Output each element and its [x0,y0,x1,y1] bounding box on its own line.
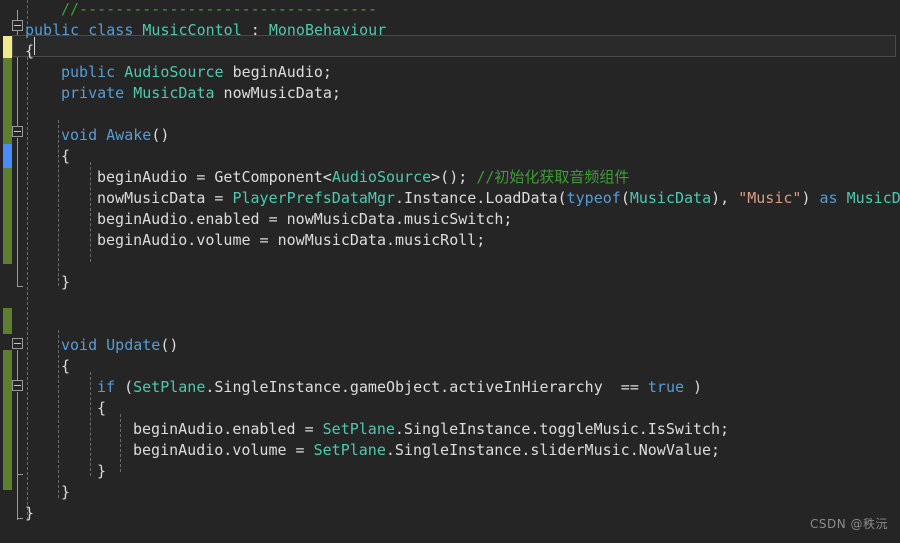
code-token: //初始化获取音频组件 [476,168,630,186]
code-text-area[interactable]: //--------------------------------- publi… [0,0,900,543]
csdn-watermark: CSDN @秩沅 [809,517,888,531]
code-token: { [61,147,71,165]
code-token: { [25,42,35,60]
code-line[interactable]: beginAudio.enabled = SetPlane.SingleInst… [133,419,729,440]
code-token: Awake [106,126,152,144]
code-token: as [819,189,838,207]
code-line[interactable]: beginAudio.volume = nowMusicData.musicRo… [97,230,485,251]
code-token: ( [620,189,630,207]
code-line[interactable]: public AudioSource beginAudio; [61,62,332,83]
code-token: MonoBehaviour [268,21,387,39]
code-line[interactable]: beginAudio.volume = SetPlane.SingleInsta… [133,440,720,461]
code-token: } [61,273,71,291]
code-token: MusicData [133,84,215,102]
code-token: () [151,126,170,144]
code-token: ( [115,378,134,396]
code-token: AudioSource [124,63,224,81]
code-line[interactable]: void Update() [61,335,178,356]
code-line[interactable]: public class MusicContol : MonoBehaviour [25,20,386,41]
code-editor-viewport[interactable]: //--------------------------------- publi… [0,0,900,543]
code-token: { [61,357,71,375]
code-token: () [160,336,179,354]
code-token: beginAudio.enabled = nowMusicData.musicS… [97,210,513,228]
code-token: void [61,126,98,144]
code-line[interactable]: } [97,461,106,482]
code-token: void [61,336,98,354]
code-token: MusicData [846,189,900,207]
code-token: } [25,504,35,522]
code-token: .SingleInstance.gameObject.activeInHiera… [205,378,648,396]
code-line[interactable]: if (SetPlane.SingleInstance.gameObject.a… [97,377,702,398]
code-token: nowMusicData; [214,84,341,102]
code-token: //--------------------------------- [61,0,378,18]
code-line[interactable]: beginAudio = GetComponent<AudioSource>()… [97,167,629,188]
code-token: public [61,63,116,81]
code-line[interactable]: } [25,503,34,524]
code-token: } [97,462,107,480]
code-token: beginAudio.volume = [133,441,314,459]
code-token: .Instance.LoadData( [395,189,567,207]
code-token: ) [801,189,820,207]
code-token: public [25,21,80,39]
code-token: AudioSource [331,168,432,186]
code-token: beginAudio.volume = nowMusicData.musicRo… [97,231,486,249]
code-token: MusicData [629,189,712,207]
code-line[interactable]: } [61,482,70,503]
code-token: true [647,378,685,396]
code-token: .SingleInstance.toggleMusic.IsSwitch; [394,420,730,438]
code-line[interactable]: } [61,272,70,293]
code-token: : [241,21,269,39]
code-line[interactable]: //--------------------------------- [61,0,377,20]
code-token: beginAudio; [223,63,332,81]
code-token: PlayerPrefsDataMgr [232,189,396,207]
code-line[interactable]: nowMusicData = PlayerPrefsDataMgr.Instan… [97,188,900,209]
code-token: Update [106,336,161,354]
code-token: "Music" [738,189,802,207]
code-token: SetPlane [322,420,395,438]
code-token: beginAudio = GetComponent< [97,168,332,186]
code-token: } [61,483,71,501]
code-token: MusicContol [142,21,242,39]
code-token: ) [684,378,703,396]
code-token: SetPlane [133,378,206,396]
code-line[interactable]: { [61,356,70,377]
code-token: typeof [566,189,621,207]
code-line[interactable]: { [97,398,106,419]
code-line[interactable]: beginAudio.enabled = nowMusicData.musicS… [97,209,512,230]
code-line[interactable]: { [25,41,34,62]
code-token: nowMusicData = [97,189,233,207]
code-token: ), [711,189,739,207]
code-line[interactable]: private MusicData nowMusicData; [61,83,341,104]
code-token: SetPlane [313,441,386,459]
code-token: class [88,21,134,39]
code-token: if [97,378,116,396]
code-token: private [61,84,125,102]
code-token: >(); [431,168,477,186]
code-token: .SingleInstance.sliderMusic.NowValue; [385,441,721,459]
code-line[interactable]: void Awake() [61,125,169,146]
code-token: beginAudio.enabled = [133,420,323,438]
code-token: { [97,399,107,417]
code-line[interactable]: { [61,146,70,167]
